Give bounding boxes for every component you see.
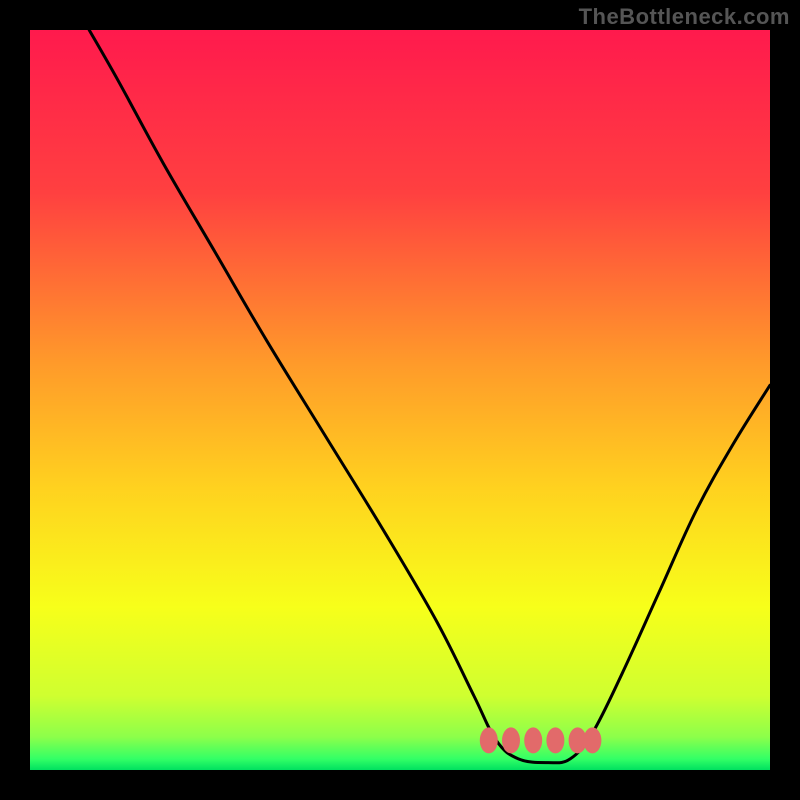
optimal-marker [546,727,564,753]
bottleneck-chart [0,0,800,800]
chart-background [30,30,770,770]
optimal-marker [524,727,542,753]
optimal-marker [480,727,498,753]
watermark-text: TheBottleneck.com [579,4,790,30]
optimal-marker [502,727,520,753]
optimal-marker [583,727,601,753]
